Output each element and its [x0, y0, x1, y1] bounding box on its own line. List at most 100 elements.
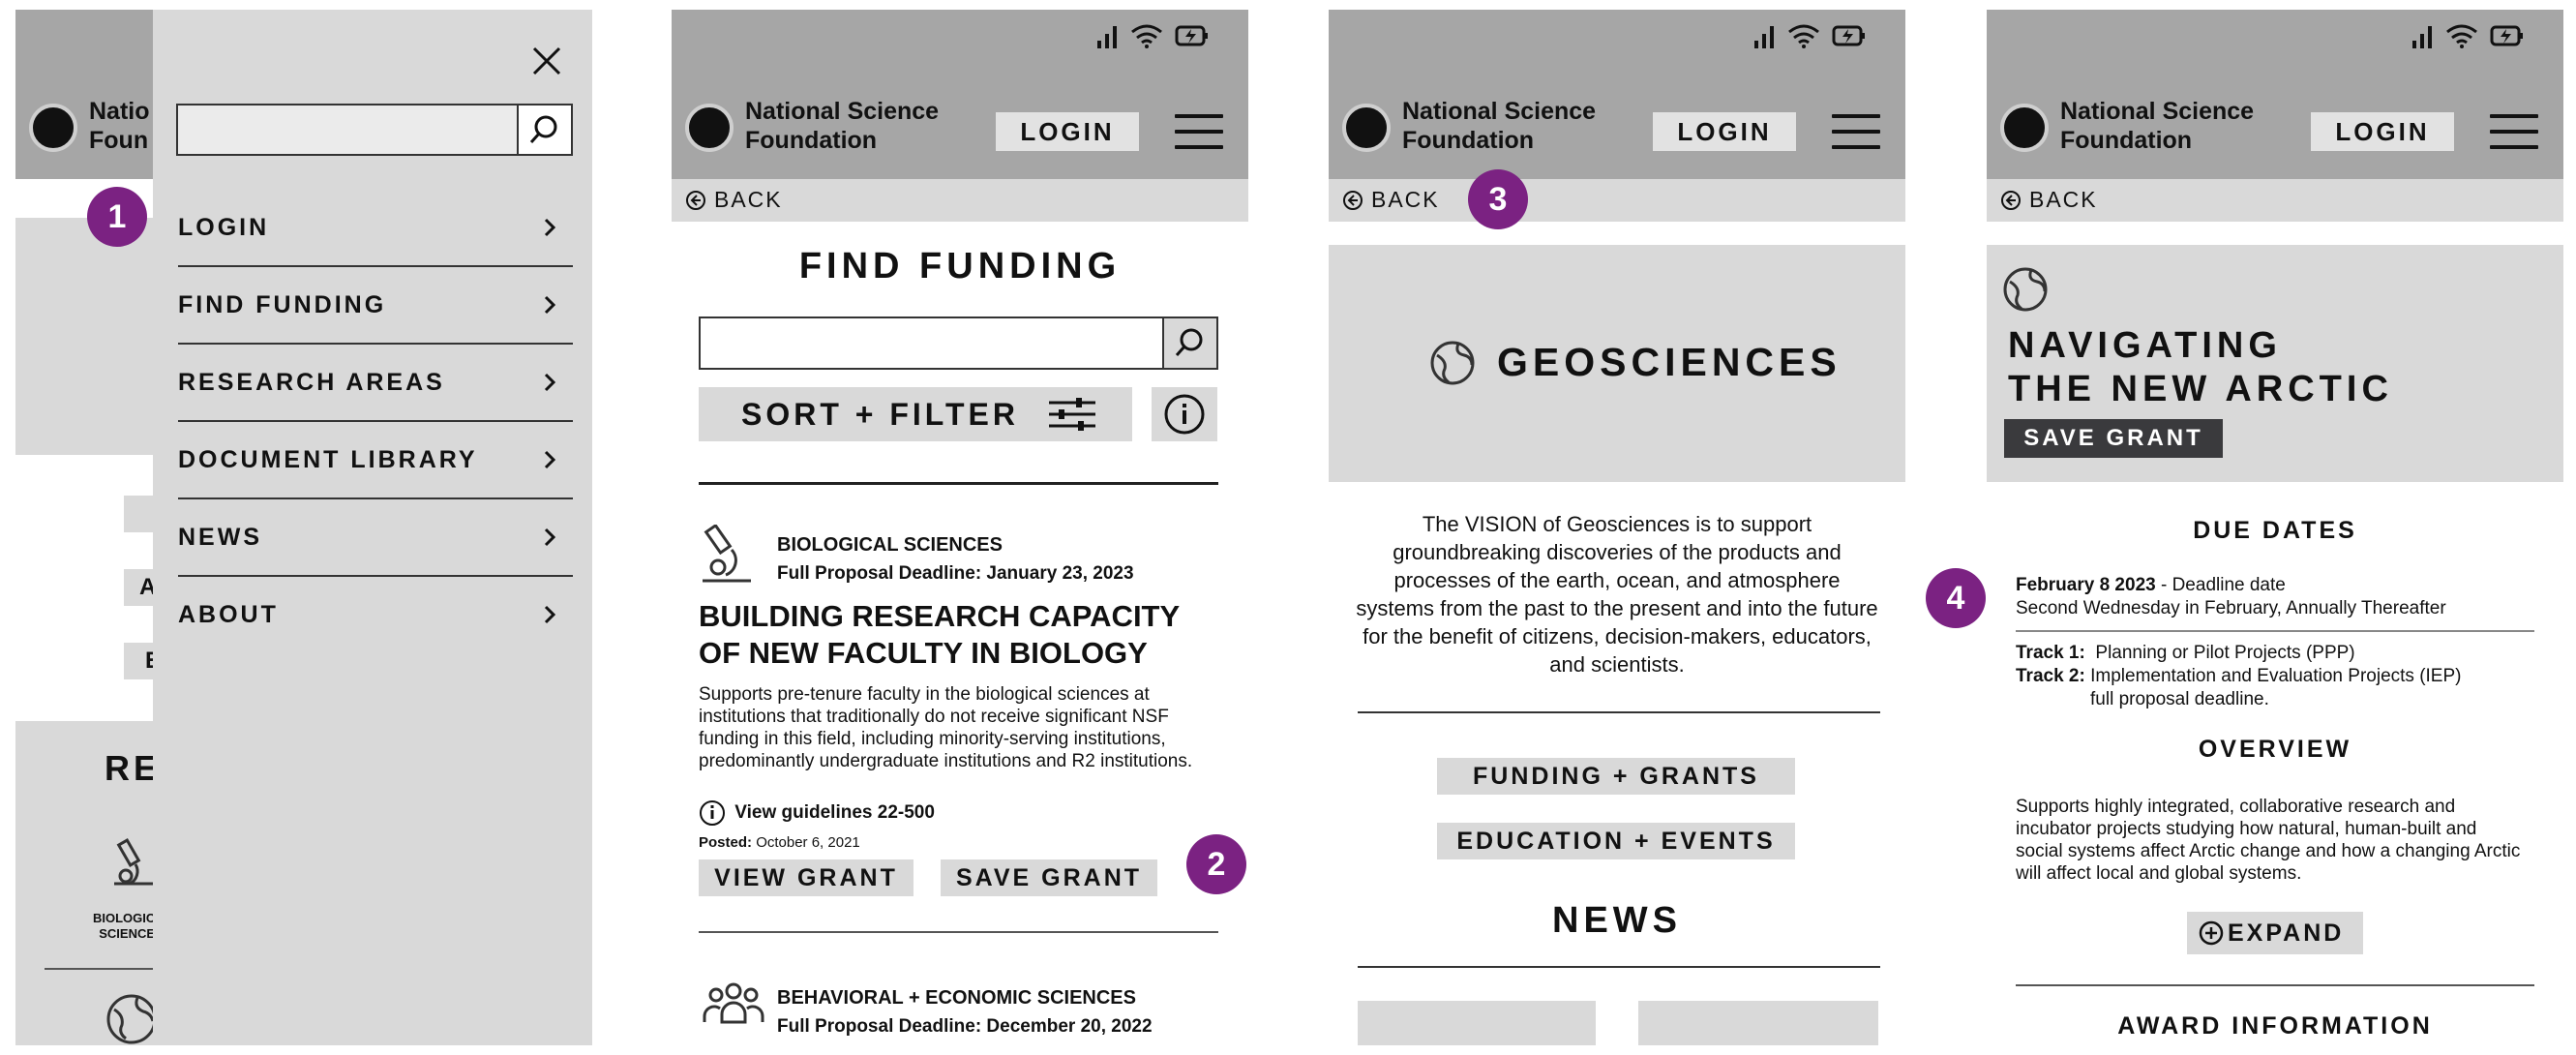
nsf-logo[interactable]: [29, 104, 77, 152]
overview-text: Supports highly integrated, collaborativ…: [2016, 797, 2521, 884]
track-1: Track 1: Planning or Pilot Projects (PPP…: [2016, 643, 2355, 664]
divider: [2016, 630, 2534, 632]
grant-category: BIOLOGICAL SCIENCES: [777, 534, 1003, 556]
sort-filter-label: SORT + FILTER: [741, 397, 1019, 432]
brand-line-1: Natio: [89, 98, 150, 125]
divider: [699, 931, 1218, 933]
menu-item-login[interactable]: LOGIN: [178, 190, 573, 267]
screen-geosciences: National Science Foundation LOGIN BACK G…: [1329, 10, 1905, 1045]
info-button[interactable]: [1152, 387, 1217, 441]
guidelines-label: View guidelines 22-500: [734, 802, 935, 823]
due-date: February 8 2023: [2016, 575, 2156, 595]
status-bar: [1095, 23, 1210, 48]
back-arrow-icon[interactable]: [2000, 190, 2022, 216]
menu-item-document-library[interactable]: DOCUMENT LIBRARY: [178, 422, 573, 499]
search-button[interactable]: [1162, 318, 1216, 368]
track-1-label: Track 1:: [2016, 643, 2085, 663]
nav-drawer: LOGIN FIND FUNDING RESEARCH AREAS DOCUME…: [153, 10, 592, 1045]
grant-title[interactable]: BUILDING RESEARCH CAPACITY OF NEW FACULT…: [699, 598, 1221, 672]
brand-line-1: National Science: [1402, 98, 1597, 125]
hero-banner: NAVIGATING THE NEW ARCTIC SAVE GRANT: [1987, 245, 2563, 482]
track-2: Track 2: Implementation and Evaluation P…: [2016, 666, 2461, 687]
signal-icon: [2412, 26, 2432, 48]
login-button[interactable]: LOGIN: [996, 112, 1139, 151]
due-date-sub: Second Wednesday in February, Annually T…: [2016, 598, 2446, 618]
brand-line-2: Foundation: [2060, 127, 2193, 154]
screen-grant-detail: National Science Foundation LOGIN BACK N…: [1987, 10, 2563, 1045]
header: National Science Foundation LOGIN: [1329, 10, 1905, 179]
back-bar: BACK: [672, 179, 1248, 222]
nsf-logo[interactable]: [2000, 104, 2049, 152]
expand-label: EXPAND: [2228, 919, 2345, 947]
news-title: NEWS: [1552, 900, 1682, 941]
back-link[interactable]: BACK: [1371, 187, 1440, 213]
page-title: GEOSCIENCES: [1497, 340, 1842, 384]
plus-circle-icon: [2199, 920, 2224, 946]
divider: [1358, 966, 1880, 968]
save-grant-button[interactable]: SAVE GRANT: [2004, 419, 2223, 458]
battery-charging-icon: [2490, 25, 2523, 46]
menu-item-label: LOGIN: [178, 214, 270, 241]
view-grant-button[interactable]: VIEW GRANT: [699, 859, 914, 896]
info-icon: [700, 800, 725, 826]
back-arrow-icon[interactable]: [685, 190, 706, 216]
funding-search-input[interactable]: [701, 318, 1159, 370]
menu-item-about[interactable]: ABOUT: [178, 577, 573, 652]
nsf-logo[interactable]: [1342, 104, 1391, 152]
globe-icon: [1430, 341, 1475, 385]
funding-grants-button[interactable]: FUNDING + GRANTS: [1437, 758, 1795, 795]
brand-name: National Science Foundation: [2060, 97, 2254, 155]
news-card[interactable]: [1358, 1001, 1596, 1045]
brand-name: National Science Foundation: [745, 97, 939, 155]
back-link[interactable]: BACK: [2029, 187, 2098, 213]
menu-item-research-areas[interactable]: RESEARCH AREAS: [178, 345, 573, 422]
brand-line-2: Foun: [89, 127, 149, 154]
news-card[interactable]: [1638, 1001, 1878, 1045]
nsf-logo[interactable]: [685, 104, 734, 152]
wifi-icon: [2446, 24, 2477, 48]
title-line-1: NAVIGATING: [2008, 325, 2282, 366]
annotation-badge-2: 2: [1186, 834, 1246, 894]
sort-filter-button[interactable]: SORT + FILTER: [699, 387, 1132, 441]
guidelines-link[interactable]: View guidelines 22-500: [699, 799, 935, 827]
annotation-badge-1: 1: [87, 187, 147, 247]
page-title: FIND FUNDING: [798, 246, 1122, 286]
title-line-2: THE NEW ARCTIC: [2008, 369, 2393, 409]
due-dates-title: DUE DATES: [2193, 517, 2357, 544]
award-information-title: AWARD INFORMATION: [2117, 1012, 2433, 1040]
back-bar: BACK: [1329, 179, 1905, 222]
wifi-icon: [1788, 24, 1819, 48]
hamburger-icon[interactable]: [1175, 114, 1223, 151]
track-2-sub: full proposal deadline.: [2090, 689, 2269, 709]
expand-button[interactable]: EXPAND: [2187, 912, 2363, 954]
search-button[interactable]: [517, 106, 571, 154]
grant-deadline: Full Proposal Deadline: December 20, 202…: [777, 1016, 1153, 1037]
save-grant-button[interactable]: SAVE GRANT: [941, 859, 1157, 896]
menu-item-find-funding[interactable]: FIND FUNDING: [178, 267, 573, 345]
page-title: NAVIGATING THE NEW ARCTIC: [2008, 324, 2393, 411]
brand-line-2: Foundation: [1402, 127, 1535, 154]
bio-label-line-1: BIOLOGIC: [93, 911, 156, 925]
globe-icon: [105, 992, 159, 1045]
hamburger-icon[interactable]: [2490, 114, 2538, 151]
search-icon: [529, 115, 557, 143]
back-link[interactable]: BACK: [714, 187, 783, 213]
battery-charging-icon: [1175, 25, 1208, 46]
header: National Science Foundation LOGIN: [672, 10, 1248, 179]
track-1-text: Planning or Pilot Projects (PPP): [2095, 643, 2355, 663]
login-button[interactable]: LOGIN: [1653, 112, 1796, 151]
status-bar: [2411, 23, 2525, 48]
menu-item-news[interactable]: NEWS: [178, 499, 573, 577]
hamburger-icon[interactable]: [1832, 114, 1880, 151]
due-date-line: February 8 2023 - Deadline date: [2016, 575, 2286, 596]
education-events-button[interactable]: EDUCATION + EVENTS: [1437, 823, 1795, 859]
close-icon[interactable]: [530, 45, 563, 82]
brand-line-1: National Science: [745, 98, 940, 125]
login-button[interactable]: LOGIN: [2311, 112, 2454, 151]
divider: [699, 482, 1218, 485]
microscope-icon: [703, 525, 751, 583]
header: National Science Foundation LOGIN: [1987, 10, 2563, 179]
menu-search-input[interactable]: [178, 106, 521, 156]
back-arrow-icon[interactable]: [1342, 190, 1363, 216]
menu-item-label: RESEARCH AREAS: [178, 369, 445, 396]
